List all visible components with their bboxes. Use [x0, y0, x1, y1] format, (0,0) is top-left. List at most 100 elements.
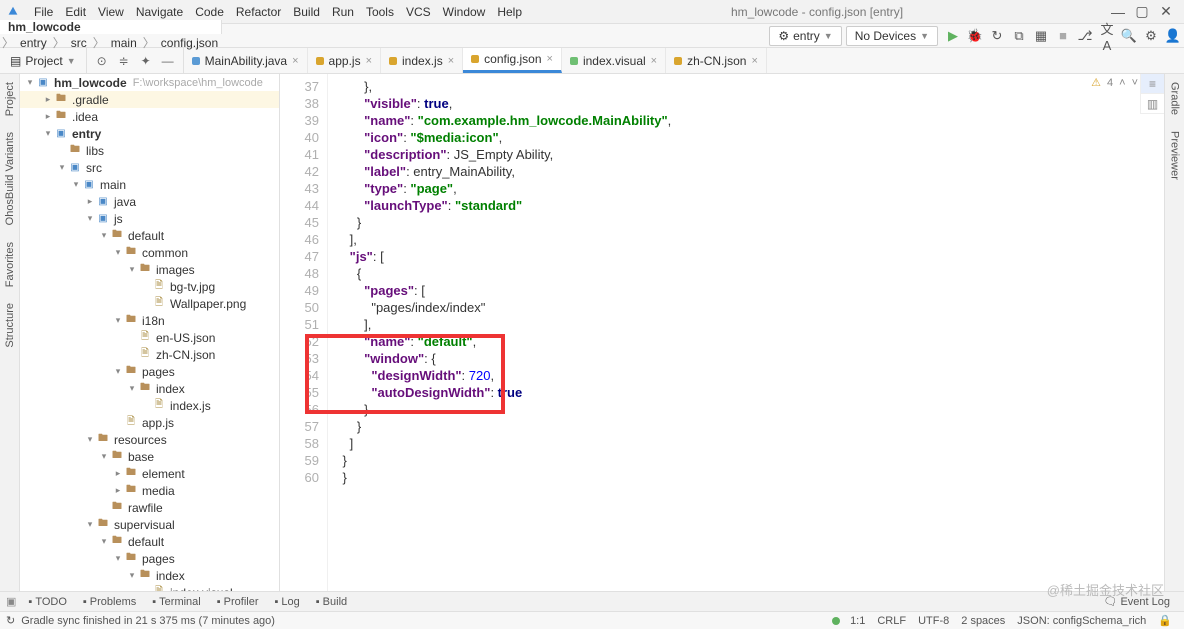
collapse-icon[interactable]: ✦ — [137, 54, 155, 68]
warning-icon[interactable]: ⚠ — [1091, 76, 1101, 89]
menu-tools[interactable]: Tools — [360, 5, 400, 19]
close-icon[interactable]: × — [366, 55, 372, 67]
stop-button[interactable]: ■ — [1053, 28, 1073, 43]
close-button[interactable]: ✕ — [1154, 3, 1178, 20]
menu-file[interactable]: File — [28, 5, 59, 19]
code-line[interactable]: ], — [328, 316, 1164, 333]
lock-icon[interactable]: 🔒 — [1152, 614, 1178, 627]
menu-code[interactable]: Code — [189, 5, 230, 19]
tree-twisty-icon[interactable]: ▸ — [112, 468, 124, 479]
tree-twisty-icon[interactable]: ▾ — [98, 451, 110, 462]
avatar-icon[interactable]: 👤 — [1163, 28, 1183, 44]
tree-row[interactable]: ▾🖿default — [20, 533, 279, 550]
tree-row[interactable]: ▾🖿supervisual — [20, 516, 279, 533]
code-line[interactable]: "pages/index/index" — [328, 299, 1164, 316]
view-list-icon[interactable]: ≡ — [1141, 74, 1164, 94]
tree-row[interactable]: 🗎index.js — [20, 397, 279, 414]
tool-stripe-structure[interactable]: Structure — [4, 297, 16, 354]
editor-tab[interactable]: zh-CN.json× — [666, 48, 767, 73]
encoding[interactable]: UTF-8 — [912, 615, 955, 627]
tree-row[interactable]: 🖿rawfile — [20, 499, 279, 516]
tree-row[interactable]: 🗎en-US.json — [20, 329, 279, 346]
tree-row[interactable]: ▾🖿i18n — [20, 312, 279, 329]
line-ending[interactable]: CRLF — [871, 615, 912, 627]
menu-window[interactable]: Window — [437, 5, 492, 19]
device-combo[interactable]: No Devices ▼ — [846, 26, 938, 46]
code-line[interactable]: "icon": "$media:icon", — [328, 129, 1164, 146]
tool-stripe-favorites[interactable]: Favorites — [4, 236, 16, 293]
tree-root[interactable]: ▾ ▣ hm_lowcode F:\workspace\hm_lowcode — [20, 74, 279, 91]
tree-row[interactable]: ▸🖿.gradle — [20, 91, 279, 108]
tree-twisty-icon[interactable]: ▾ — [126, 570, 138, 581]
tree-twisty-icon[interactable]: ▸ — [42, 111, 54, 122]
tree-twisty-icon[interactable]: ▾ — [84, 213, 96, 224]
code-line[interactable]: }, — [328, 78, 1164, 95]
tree-row[interactable]: ▸🖿media — [20, 482, 279, 499]
tree-row[interactable]: ▾▣entry — [20, 125, 279, 142]
code-line[interactable]: } — [328, 452, 1164, 469]
maximize-button[interactable]: ▢ — [1130, 3, 1154, 20]
tree-row[interactable]: ▸▣java — [20, 193, 279, 210]
code-line[interactable]: "name": "default", — [328, 333, 1164, 350]
tree-row[interactable]: ▾🖿pages — [20, 550, 279, 567]
menu-refactor[interactable]: Refactor — [230, 5, 287, 19]
tree-row[interactable]: ▾🖿index — [20, 380, 279, 397]
tree-twisty-icon[interactable]: ▾ — [112, 247, 124, 258]
bottom-todo-button[interactable]: ▪TODO — [20, 596, 74, 608]
code-line[interactable]: } — [328, 214, 1164, 231]
code-line[interactable]: "autoDesignWidth": true — [328, 384, 1164, 401]
minimize-button[interactable]: — — [1106, 4, 1130, 20]
tree-twisty-icon[interactable]: ▸ — [84, 196, 96, 207]
close-icon[interactable]: × — [448, 55, 454, 67]
caret-position[interactable]: 1:1 — [844, 615, 871, 627]
tree-twisty-icon[interactable]: ▾ — [56, 162, 68, 173]
close-icon[interactable]: × — [651, 55, 657, 67]
settings-button[interactable]: ⚙ — [1141, 28, 1161, 44]
run-config-combo[interactable]: ⚙ entry ▼ — [769, 26, 841, 46]
code-editor[interactable]: 3738394041424344454647484950515253545556… — [280, 74, 1164, 591]
bottom-problems-button[interactable]: ▪Problems — [75, 596, 144, 608]
tree-twisty-icon[interactable]: ▸ — [42, 94, 54, 105]
view-grid-icon[interactable]: ▥ — [1141, 94, 1164, 114]
tree-twisty-icon[interactable]: ▾ — [112, 553, 124, 564]
tree-row[interactable]: 🗎zh-CN.json — [20, 346, 279, 363]
tree-row[interactable]: ▾🖿index — [20, 567, 279, 584]
menu-navigate[interactable]: Navigate — [130, 5, 189, 19]
code-line[interactable]: } — [328, 418, 1164, 435]
tool-stripe-ohosbuild-variants[interactable]: OhosBuild Variants — [4, 126, 16, 231]
bottom-terminal-button[interactable]: ▪Terminal — [144, 596, 208, 608]
bottom-profiler-button[interactable]: ▪Profiler — [209, 596, 267, 608]
event-log-button[interactable]: 🗨 Event Log — [1095, 595, 1178, 608]
menu-vcs[interactable]: VCS — [400, 5, 437, 19]
code-line[interactable]: "type": "page", — [328, 180, 1164, 197]
editor-tab[interactable]: index.visual× — [562, 48, 666, 73]
tree-row[interactable]: ▾🖿resources — [20, 431, 279, 448]
git-button[interactable]: ⎇ — [1075, 28, 1095, 44]
tree-row[interactable]: ▾🖿base — [20, 448, 279, 465]
code-line[interactable]: "window": { — [328, 350, 1164, 367]
tree-row[interactable]: 🗎bg-tv.jpg — [20, 278, 279, 295]
tree-twisty-icon[interactable]: ▾ — [112, 366, 124, 377]
close-icon[interactable]: × — [292, 55, 298, 67]
code-line[interactable]: } — [328, 469, 1164, 486]
debug-button[interactable]: 🐞 — [965, 28, 985, 44]
code-line[interactable]: "designWidth": 720, — [328, 367, 1164, 384]
tool-stripe-previewer[interactable]: Previewer — [1169, 125, 1181, 186]
tree-twisty-icon[interactable]: ▾ — [98, 536, 110, 547]
tree-row[interactable]: 🗎index.visual — [20, 584, 279, 591]
attach-button[interactable]: ▦ — [1031, 28, 1051, 44]
select-opened-icon[interactable]: ⊙ — [93, 54, 111, 68]
tree-row[interactable]: ▾🖿default — [20, 227, 279, 244]
code-line[interactable]: ], — [328, 231, 1164, 248]
indent[interactable]: 2 spaces — [955, 615, 1011, 627]
code-line[interactable]: { — [328, 265, 1164, 282]
close-icon[interactable]: × — [751, 55, 757, 67]
bottom-build-button[interactable]: ▪Build — [308, 596, 355, 608]
lang-button[interactable]: 文A — [1097, 19, 1117, 53]
tree-row[interactable]: 🗎app.js — [20, 414, 279, 431]
tree-row[interactable]: ▾▣main — [20, 176, 279, 193]
code-line[interactable]: "pages": [ — [328, 282, 1164, 299]
tree-twisty-icon[interactable]: ▾ — [84, 434, 96, 445]
code-area[interactable]: }, "visible": true, "name": "com.example… — [328, 74, 1164, 591]
tree-row[interactable]: ▸🖿element — [20, 465, 279, 482]
